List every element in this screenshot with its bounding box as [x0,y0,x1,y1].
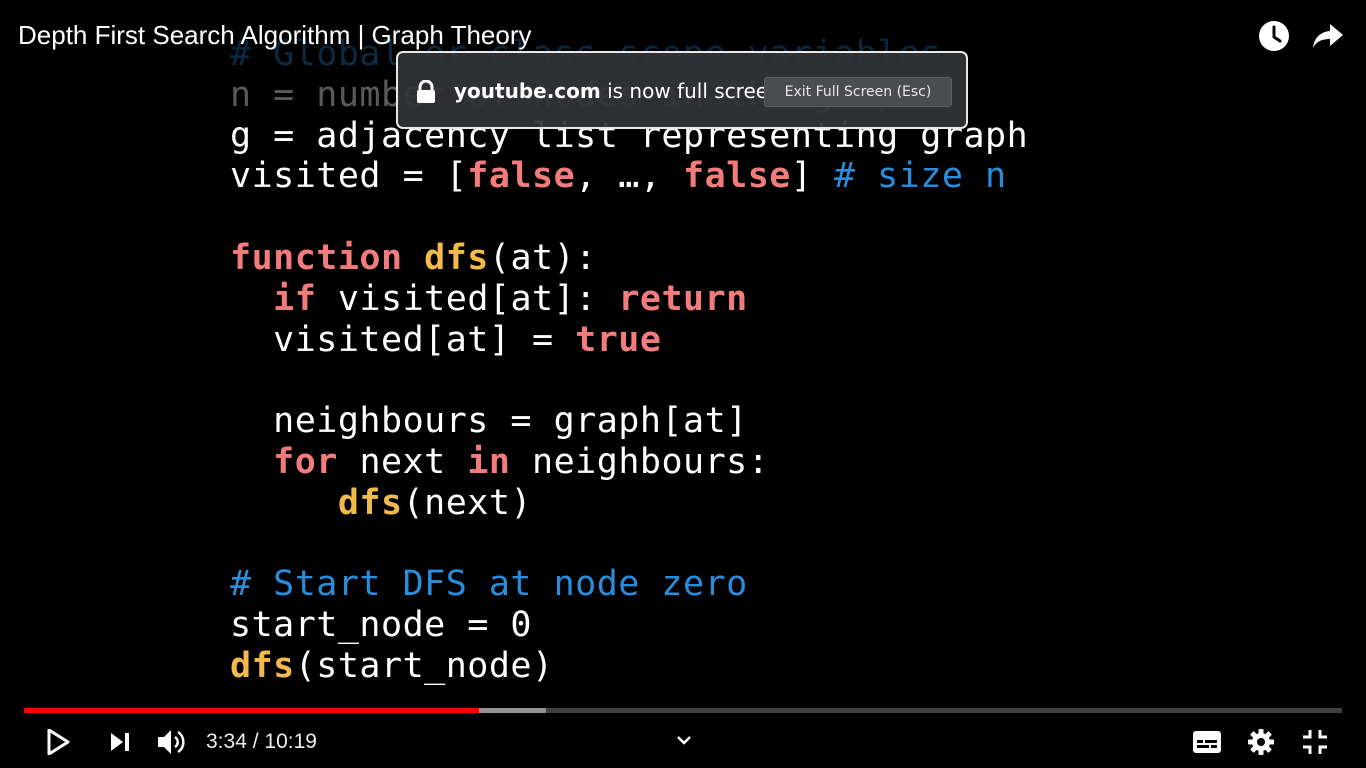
watch-later-icon[interactable] [1256,18,1292,54]
code-line: # Start DFS at node zero [230,564,1028,605]
next-button[interactable] [102,724,138,760]
time-separator: / [246,730,265,753]
code-token: # size n [834,156,1007,197]
progress-bar[interactable] [24,708,1342,713]
code-token: ] [790,156,835,197]
subtitles-icon [1193,731,1221,753]
code-line: dfs(next) [230,483,1028,524]
current-time: 3:34 [206,730,247,753]
code-line: start_node = 0 [230,605,1028,646]
chevron-down-button[interactable] [666,722,702,758]
code-token: start_node = 0 [230,605,533,646]
code-token: if [273,278,317,319]
subtitles-button[interactable] [1189,724,1225,760]
code-token: neighbours = graph[at] [230,401,748,442]
chevron-down-icon [677,736,691,745]
duration: 10:19 [264,730,317,753]
code-token: true [575,319,662,360]
progress-played [24,708,479,713]
code-token: in [467,441,511,482]
code-token: visited[at] = [230,319,576,360]
settings-icon [1248,729,1274,755]
time-display: 3:34 / 10:19 [206,730,317,754]
next-icon [111,733,129,751]
play-button[interactable] [40,724,76,760]
code-token: neighbours: [510,441,770,482]
code-token: # Start DFS at node zero [230,564,748,605]
code-token: dfs [230,645,295,686]
volume-icon [158,730,185,754]
exit-fullscreen-control[interactable] [1297,724,1333,760]
settings-button[interactable] [1243,724,1279,760]
code-token: function [230,237,425,278]
code-token: visited = [ [230,156,468,197]
code-token: false [683,156,791,197]
exit-fullscreen-icon [1303,730,1327,754]
code-token: visited[at]: [316,278,619,319]
code-token: dfs [337,482,403,523]
code-line: visited = [false, …, false] # size n [230,156,1028,197]
fullscreen-domain: youtube.com [454,79,601,103]
code-line: if visited[at]: return [230,279,1028,320]
volume-button[interactable] [154,724,190,760]
code-token: (start_node) [294,645,554,686]
code-line: dfs(start_node) [230,646,1028,687]
code-line: visited[at] = true [230,320,1028,361]
code-token: (at): [488,237,597,278]
lock-icon [416,79,436,104]
code-token: return [618,278,748,319]
video-frame-code: # Global or class scope variablesn = num… [230,34,1028,687]
code-line: for next in neighbours: [230,442,1028,483]
code-token: next [337,441,468,482]
code-token: (next) [402,482,533,523]
video-player[interactable]: # Global or class scope variablesn = num… [0,0,1366,768]
code-token: false [467,156,576,197]
code-line: neighbours = graph[at] [230,401,1028,442]
video-title[interactable]: Depth First Search Algorithm | Graph The… [18,20,532,51]
exit-fullscreen-button[interactable]: Exit Full Screen (Esc) [764,77,952,107]
share-icon[interactable] [1310,18,1346,54]
fullscreen-message: youtube.com is now full screen [454,79,781,103]
code-line: function dfs(at): [230,238,1028,279]
play-icon [47,729,70,755]
code-token: for [273,441,338,482]
fullscreen-notification: youtube.com is now full screen Exit Full… [396,51,968,129]
code-token: dfs [424,237,489,278]
fullscreen-message-text: is now full screen [600,79,781,103]
code-token: , …, [575,156,684,197]
